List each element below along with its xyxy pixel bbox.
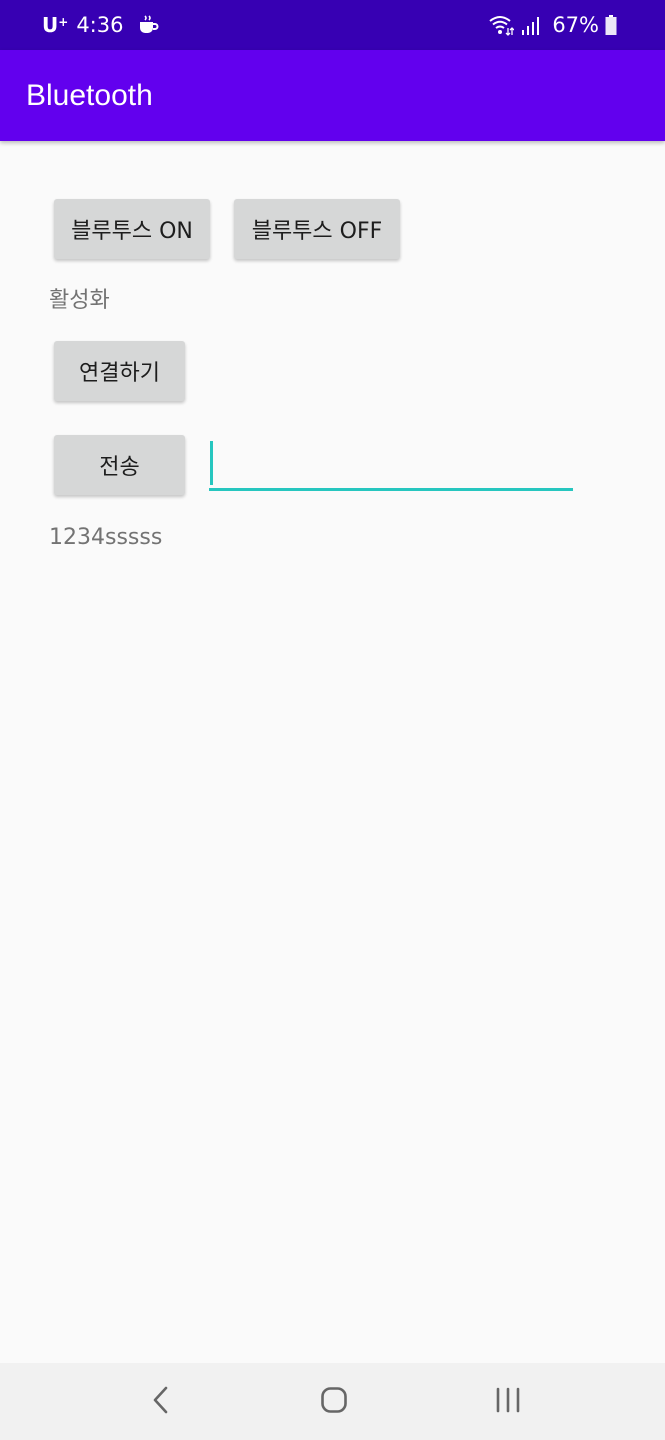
- message-input[interactable]: [209, 438, 573, 489]
- app-bar: Bluetooth: [0, 50, 665, 141]
- status-right: 67%: [488, 11, 617, 39]
- navigation-bar: [0, 1363, 665, 1440]
- recents-button[interactable]: [463, 1363, 553, 1440]
- recents-icon: [495, 1387, 521, 1417]
- back-button[interactable]: [116, 1363, 206, 1440]
- home-icon: [320, 1386, 348, 1418]
- home-button[interactable]: [289, 1363, 379, 1440]
- signal-icon: [520, 15, 540, 35]
- carrier-plus: +: [58, 15, 69, 29]
- bluetooth-off-button[interactable]: 블루투스 OFF: [234, 199, 400, 259]
- clock: 4:36: [76, 13, 124, 37]
- message-input-container: [209, 438, 573, 492]
- carrier-name: U: [42, 13, 59, 37]
- status-left: U+ 4:36: [42, 11, 159, 39]
- coffee-icon: [137, 14, 159, 36]
- connect-button[interactable]: 연결하기: [54, 341, 185, 401]
- received-data-text: 1234sssss: [49, 525, 163, 550]
- bluetooth-status-text: 활성화: [49, 288, 110, 313]
- carrier-label: U+: [42, 11, 68, 39]
- send-button[interactable]: 전송: [54, 435, 185, 495]
- input-underline: [209, 488, 573, 491]
- back-icon: [151, 1385, 171, 1419]
- wifi-icon: [488, 13, 515, 37]
- bluetooth-on-button[interactable]: 블루투스 ON: [54, 199, 210, 259]
- status-bar: U+ 4:36 67%: [0, 0, 665, 50]
- text-cursor: [210, 441, 213, 485]
- battery-percent: 67%: [552, 13, 599, 37]
- app-title: Bluetooth: [26, 79, 153, 112]
- battery-icon: [605, 14, 617, 36]
